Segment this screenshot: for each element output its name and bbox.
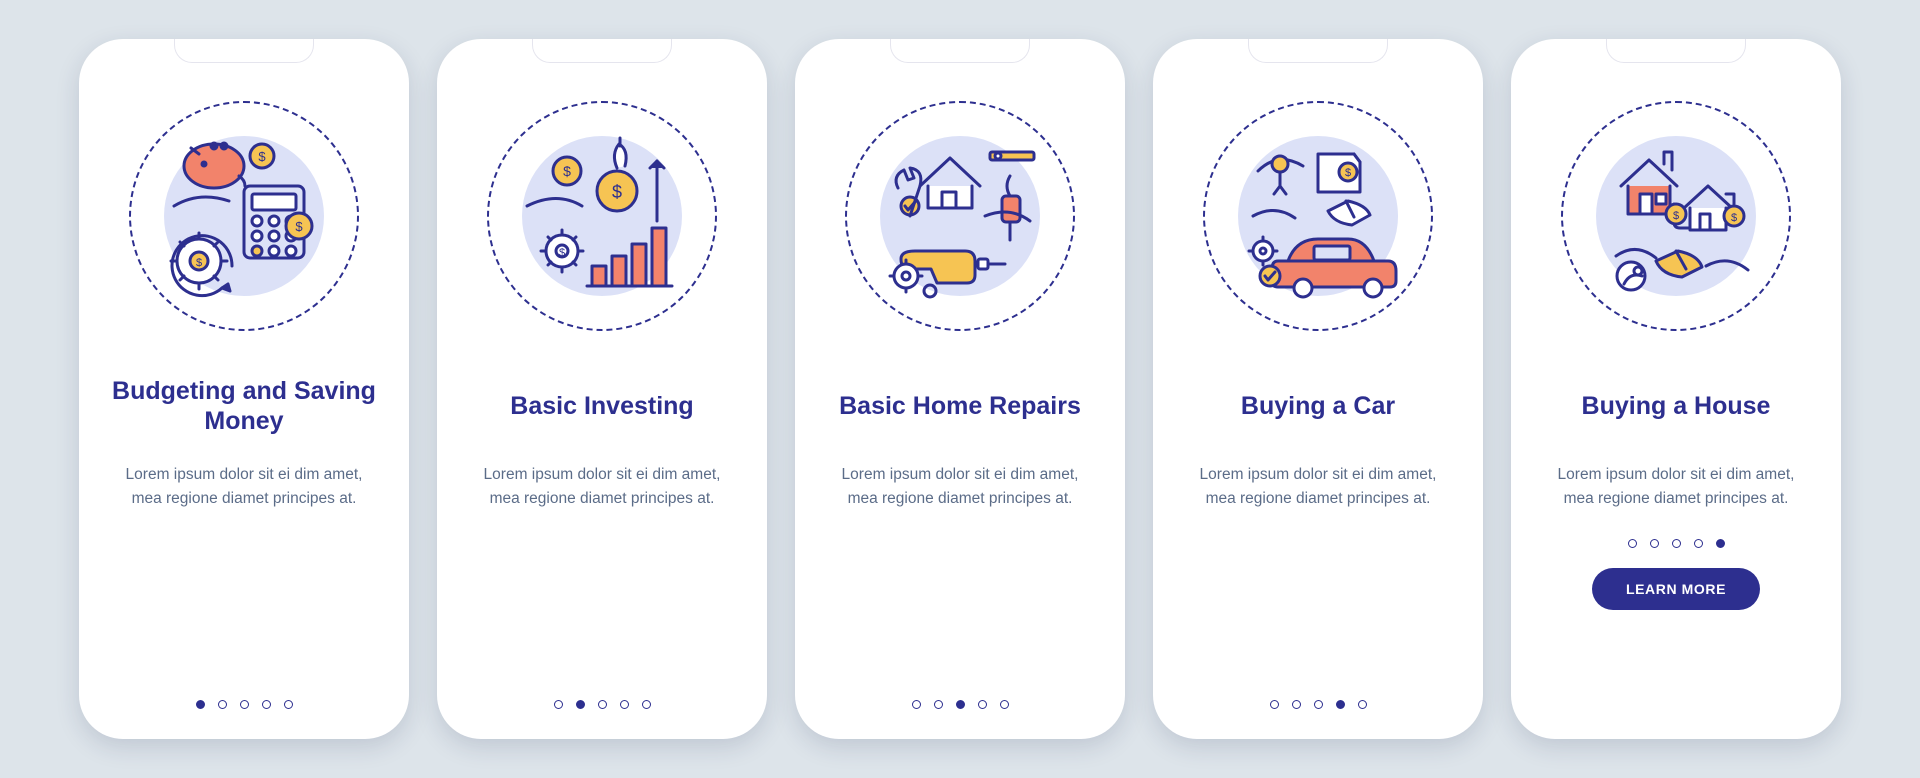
screen-title: Buying a Car	[1241, 375, 1395, 437]
illustration-container: $ $ $	[487, 101, 717, 331]
phone-notch	[890, 39, 1030, 63]
screen-title: Basic Investing	[510, 375, 693, 437]
dot-1[interactable]	[1270, 700, 1279, 709]
pagination-dots	[1270, 700, 1367, 709]
dot-1[interactable]	[912, 700, 921, 709]
dot-5[interactable]	[284, 700, 293, 709]
dot-3[interactable]	[1314, 700, 1323, 709]
svg-text:$: $	[258, 149, 266, 164]
pagination-dots	[912, 700, 1009, 709]
screen-body: Lorem ipsum dolor sit ei dim amet, mea r…	[472, 463, 732, 511]
dot-1[interactable]	[554, 700, 563, 709]
dot-1[interactable]	[1628, 539, 1637, 548]
svg-text:$: $	[1731, 212, 1737, 224]
dot-5[interactable]	[1000, 700, 1009, 709]
dot-5[interactable]	[1358, 700, 1367, 709]
dot-1[interactable]	[196, 700, 205, 709]
home-repairs-icon	[860, 116, 1060, 316]
screen-title: Basic Home Repairs	[839, 375, 1081, 437]
phone-notch	[1606, 39, 1746, 63]
onboarding-screen-2: $ $ $ Basic Investing Lorem ipsum dolor	[437, 39, 767, 739]
screen-body: Lorem ipsum dolor sit ei dim amet, mea r…	[1546, 463, 1806, 511]
onboarding-screen-4: $ Buying a Car Lorem ipsum dolor sit ei …	[1153, 39, 1483, 739]
phone-notch	[174, 39, 314, 63]
screen-title: Buying a House	[1582, 375, 1771, 437]
svg-text:$: $	[1345, 167, 1351, 179]
budgeting-icon: $ $ $	[144, 116, 344, 316]
dot-3[interactable]	[1672, 539, 1681, 548]
illustration-container: $ $	[1561, 101, 1791, 331]
svg-text:$: $	[196, 257, 202, 269]
svg-text:$: $	[295, 219, 303, 234]
dot-3[interactable]	[240, 700, 249, 709]
dot-4[interactable]	[1694, 539, 1703, 548]
svg-text:$: $	[559, 247, 565, 259]
dot-2[interactable]	[1292, 700, 1301, 709]
screen-body: Lorem ipsum dolor sit ei dim amet, mea r…	[114, 463, 374, 511]
svg-text:$: $	[563, 163, 571, 179]
dot-4[interactable]	[262, 700, 271, 709]
screen-body: Lorem ipsum dolor sit ei dim amet, mea r…	[1188, 463, 1448, 511]
dot-4[interactable]	[978, 700, 987, 709]
dot-3[interactable]	[956, 700, 965, 709]
dot-5[interactable]	[1716, 539, 1725, 548]
illustration-container: $ $ $	[129, 101, 359, 331]
dot-5[interactable]	[642, 700, 651, 709]
dot-4[interactable]	[1336, 700, 1345, 709]
dot-2[interactable]	[934, 700, 943, 709]
investing-icon: $ $ $	[502, 116, 702, 316]
buying-house-icon: $ $	[1576, 116, 1776, 316]
svg-text:$: $	[612, 182, 622, 202]
learn-more-button[interactable]: LEARN MORE	[1592, 568, 1760, 610]
pagination-dots	[196, 700, 293, 709]
dot-3[interactable]	[598, 700, 607, 709]
dot-4[interactable]	[620, 700, 629, 709]
onboarding-screen-1: $ $ $ Budgeting and Saving Money Lorem i…	[79, 39, 409, 739]
buying-car-icon: $	[1218, 116, 1418, 316]
illustration-container: $	[1203, 101, 1433, 331]
svg-text:$: $	[1673, 210, 1679, 222]
dot-2[interactable]	[576, 700, 585, 709]
pagination-dots	[554, 700, 651, 709]
screen-title: Budgeting and Saving Money	[107, 375, 381, 437]
screen-body: Lorem ipsum dolor sit ei dim amet, mea r…	[830, 463, 1090, 511]
onboarding-screen-5: $ $ Buying a House Lorem ipsum dolor sit…	[1511, 39, 1841, 739]
phone-notch	[1248, 39, 1388, 63]
onboarding-screen-3: Basic Home Repairs Lorem ipsum dolor sit…	[795, 39, 1125, 739]
pagination-dots	[1628, 539, 1725, 548]
phone-notch	[532, 39, 672, 63]
illustration-container	[845, 101, 1075, 331]
dot-2[interactable]	[218, 700, 227, 709]
dot-2[interactable]	[1650, 539, 1659, 548]
